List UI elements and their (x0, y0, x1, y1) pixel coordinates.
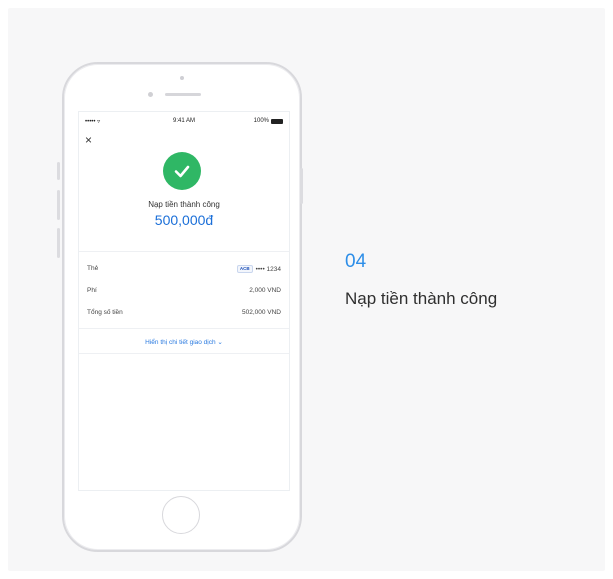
divider (79, 328, 289, 329)
show-details-link[interactable]: Hiển thị chi tiết giao dịch ⌄ (79, 338, 289, 346)
status-bar: ••••• ▿ 9:41 AM 100% (79, 118, 289, 128)
detail-label: Thẻ (87, 265, 99, 272)
battery-icon (271, 118, 283, 124)
divider (79, 251, 289, 252)
step-number: 04 (345, 251, 367, 272)
bank-logo-icon: ACB (236, 265, 253, 273)
success-title: Nạp tiền thành công (148, 200, 220, 209)
phone-volume-down (57, 228, 60, 258)
detail-row-total: Tổng số tiền 502,000 VND (87, 309, 281, 319)
detail-row-fee: Phí 2,000 VND (87, 287, 281, 297)
phone-screen: ••••• ▿ 9:41 AM 100% × Nạp tiền thành cô… (78, 111, 290, 491)
phone-speaker (165, 93, 201, 96)
phone-side-button (57, 162, 60, 180)
detail-value: 2,000 VND (249, 287, 281, 294)
close-icon[interactable]: × (85, 134, 92, 146)
divider (79, 353, 289, 354)
success-check-icon (163, 152, 201, 190)
battery-percent: 100% (253, 118, 269, 124)
phone-camera (148, 92, 153, 97)
step-label: Nạp tiền thành công (345, 289, 498, 308)
detail-value: 502,000 VND (241, 309, 281, 316)
detail-label: Tổng số tiền (87, 309, 123, 316)
battery-indicator: 100% (254, 118, 283, 124)
phone-volume-up (57, 190, 60, 220)
detail-label: Phí (87, 287, 97, 294)
phone-sensor (180, 76, 184, 80)
phone-home-button (162, 496, 200, 534)
card-number: •••• 1234 (255, 265, 281, 273)
detail-row-card: Thẻ ACB •••• 1234 (87, 265, 281, 275)
detail-value: ACB •••• 1234 (236, 265, 281, 273)
topup-amount: 500,000đ (154, 212, 214, 228)
phone-power-button (300, 168, 303, 204)
